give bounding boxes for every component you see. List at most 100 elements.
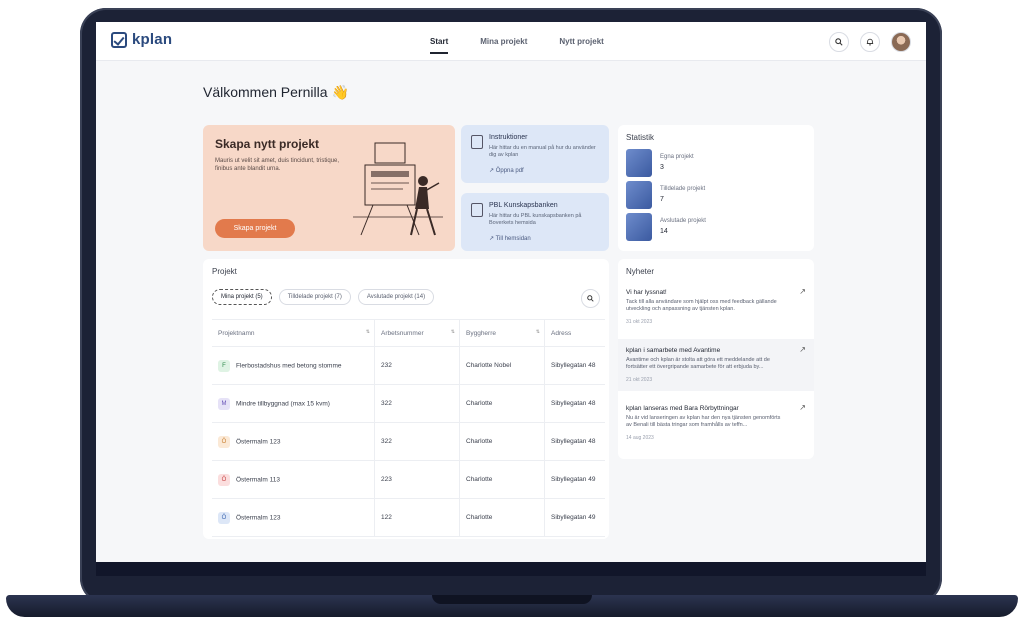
cell-work-number-text: 322: [381, 438, 392, 445]
cell-address: Sibyllegatan 49: [544, 460, 605, 499]
create-project-card: Skapa nytt projekt Mauris ut velit sit a…: [203, 125, 455, 251]
cell-owner: Charlotte: [459, 498, 545, 537]
project-search-button[interactable]: [581, 289, 600, 308]
stat-thumbnail: [626, 181, 652, 209]
sort-icon: ⇅: [535, 329, 540, 335]
news-item[interactable]: Vi har lyssnat! Tack till alla användare…: [618, 281, 814, 333]
create-project-description: Mauris ut velit sit amet, duis tincidunt…: [215, 158, 340, 172]
cell-address-text: Sibyllegatan 48: [551, 438, 596, 445]
news-item-date: 21 okt 2023: [626, 377, 653, 383]
tab-start[interactable]: Start: [430, 37, 449, 54]
laptop-bezel: [96, 562, 926, 576]
cell-project-name-text: Östermalm 123: [236, 514, 281, 522]
news-item-date: 31 okt 2023: [626, 319, 653, 325]
stat-thumbnail: [626, 213, 652, 241]
project-initial-icon: F: [218, 359, 230, 372]
table-row[interactable]: M Mindre tillbyggnad (max 15 kvm) 322 Charl…: [212, 384, 605, 423]
projects-title: Projekt: [212, 267, 237, 276]
cell-work-number-text: 223: [381, 476, 392, 483]
project-initial-icon: Ö: [218, 435, 230, 448]
cell-owner-text: Charlotte Nobel: [466, 362, 512, 369]
website-link[interactable]: ↗ Till hemsidan: [489, 235, 531, 242]
cell-owner: Charlotte: [459, 384, 545, 423]
projects-table-body: F Flerbostadshus med betong stomme 232 Char…: [212, 346, 605, 537]
news-item-description: Tack till alla användare som hjälpt oss …: [626, 299, 777, 312]
cell-owner-text: Charlotte: [466, 400, 493, 407]
stat-assigned-projects: Tilldelade projekt 7: [626, 181, 806, 209]
cell-work-number: 223: [374, 460, 460, 499]
project-filter-chips: Mina projekt (5) Tilldelade projekt (7) …: [212, 289, 435, 305]
external-link-icon[interactable]: ↗: [799, 287, 806, 296]
cell-address: Sibyllegatan 49: [544, 498, 605, 537]
avatar[interactable]: [891, 32, 911, 52]
stat-label: Avslutade projekt: [660, 218, 706, 224]
cell-project-name-text: Flerbostadshus med betong stomme: [236, 362, 342, 370]
table-row[interactable]: Ö Östermalm 123 322 Charlotte Sibyllegatan 4…: [212, 422, 605, 461]
tab-nytt-projekt[interactable]: Nytt projekt: [559, 37, 603, 46]
website-link-label: Till hemsidan: [495, 236, 531, 242]
cell-address-text: Sibyllegatan 48: [551, 400, 596, 407]
cell-owner-text: Charlotte: [466, 514, 493, 521]
table-row[interactable]: F Flerbostadshus med betong stomme 232 Char…: [212, 346, 605, 385]
stat-value: 3: [660, 164, 664, 171]
table-row[interactable]: Ö Östermalm 113 223 Charlotte Sibyllegatan 4…: [212, 460, 605, 499]
stat-value: 7: [660, 196, 664, 203]
wave-emoji-icon: 👋: [331, 84, 349, 100]
logo[interactable]: kplan: [111, 31, 172, 48]
stat-thumbnail: [626, 149, 652, 177]
news-title: Nyheter: [626, 267, 655, 276]
external-link-icon[interactable]: ↗: [799, 403, 806, 412]
notifications-button[interactable]: [860, 32, 880, 52]
search-icon: [587, 295, 594, 302]
cell-address-text: Sibyllegatan 48: [551, 362, 596, 369]
main-tabs: Start Mina projekt Nytt projekt: [430, 22, 604, 60]
projects-table: Projektnamn ⇅ Arbetsnummer ⇅ Byggherre ⇅ Ad…: [212, 319, 605, 537]
cell-project-name-text: Mindre tillbyggnad (max 15 kvm): [236, 400, 330, 408]
welcome-heading: Välkommen Pernilla 👋: [203, 84, 349, 101]
pbl-card[interactable]: PBL Kunskapsbanken Här hittar du PBL kun…: [461, 193, 609, 251]
news-card: Nyheter Vi har lyssnat! Tack till alla a…: [618, 259, 814, 459]
cell-project-name: F Flerbostadshus med betong stomme: [212, 346, 375, 385]
news-item-title: Vi har lyssnat!: [626, 289, 667, 296]
cell-address: Sibyllegatan 48: [544, 384, 605, 423]
laptop-notch: [432, 595, 592, 604]
news-item-title: kplan lanseras med Bara Rörbyttningar: [626, 405, 739, 412]
column-header-name[interactable]: Projektnamn ⇅: [212, 319, 375, 347]
news-item-title: kplan i samarbete med Avantime: [626, 347, 721, 354]
cell-project-name: Ö Östermalm 123: [212, 498, 375, 537]
news-item-description: Avantime och kplan är stolta att göra et…: [626, 357, 770, 370]
chip-my-projects[interactable]: Mina projekt (5): [212, 289, 272, 305]
cell-work-number: 232: [374, 346, 460, 385]
top-navbar: kplan Start Mina projekt Nytt projekt: [96, 22, 926, 61]
create-project-button[interactable]: Skapa projekt: [215, 219, 295, 238]
news-item-date: 14 aug 2023: [626, 435, 654, 441]
instructions-card[interactable]: Instruktioner Här hittar du en manual på…: [461, 125, 609, 183]
chip-finished-projects[interactable]: Avslutade projekt (14): [357, 289, 435, 305]
sort-icon: ⇅: [450, 329, 455, 335]
stat-label: Tilldelade projekt: [660, 186, 706, 192]
column-header-owner[interactable]: Byggherre ⇅: [459, 319, 545, 347]
cell-work-number-text: 322: [381, 400, 392, 407]
external-link-icon[interactable]: ↗: [799, 345, 806, 354]
column-header-address[interactable]: Adress: [544, 319, 605, 347]
column-header-number[interactable]: Arbetsnummer ⇅: [374, 319, 460, 347]
open-pdf-link[interactable]: ↗ Öppna pdf: [489, 167, 524, 174]
stat-finished-projects: Avslutade projekt 14: [626, 213, 806, 241]
cell-work-number: 322: [374, 384, 460, 423]
table-row[interactable]: Ö Östermalm 123 122 Charlotte Sibyllegatan 4…: [212, 498, 605, 537]
project-initial-icon: Ö: [218, 473, 230, 486]
logo-text: kplan: [132, 31, 173, 48]
instructions-description: Här hittar du en manual på hur du använd…: [489, 145, 596, 158]
chip-assigned-projects[interactable]: Tilldelade projekt (7): [278, 289, 351, 305]
cell-project-name-text: Östermalm 123: [236, 438, 281, 446]
document-icon: [471, 135, 483, 149]
news-item[interactable]: kplan i samarbete med Avantime Avantime …: [618, 339, 814, 391]
tab-mina-projekt[interactable]: Mina projekt: [480, 37, 527, 46]
search-button[interactable]: [829, 32, 849, 52]
stat-own-projects: Egna projekt 3: [626, 149, 806, 177]
statistics-card: Statistik Egna projekt 3 Tilldelade proj…: [618, 125, 814, 251]
cell-owner-text: Charlotte: [466, 476, 493, 483]
project-initial-icon: Ö: [218, 511, 230, 524]
news-item[interactable]: kplan lanseras med Bara Rörbyttningar Nu…: [618, 397, 814, 449]
cell-work-number-text: 232: [381, 362, 392, 369]
